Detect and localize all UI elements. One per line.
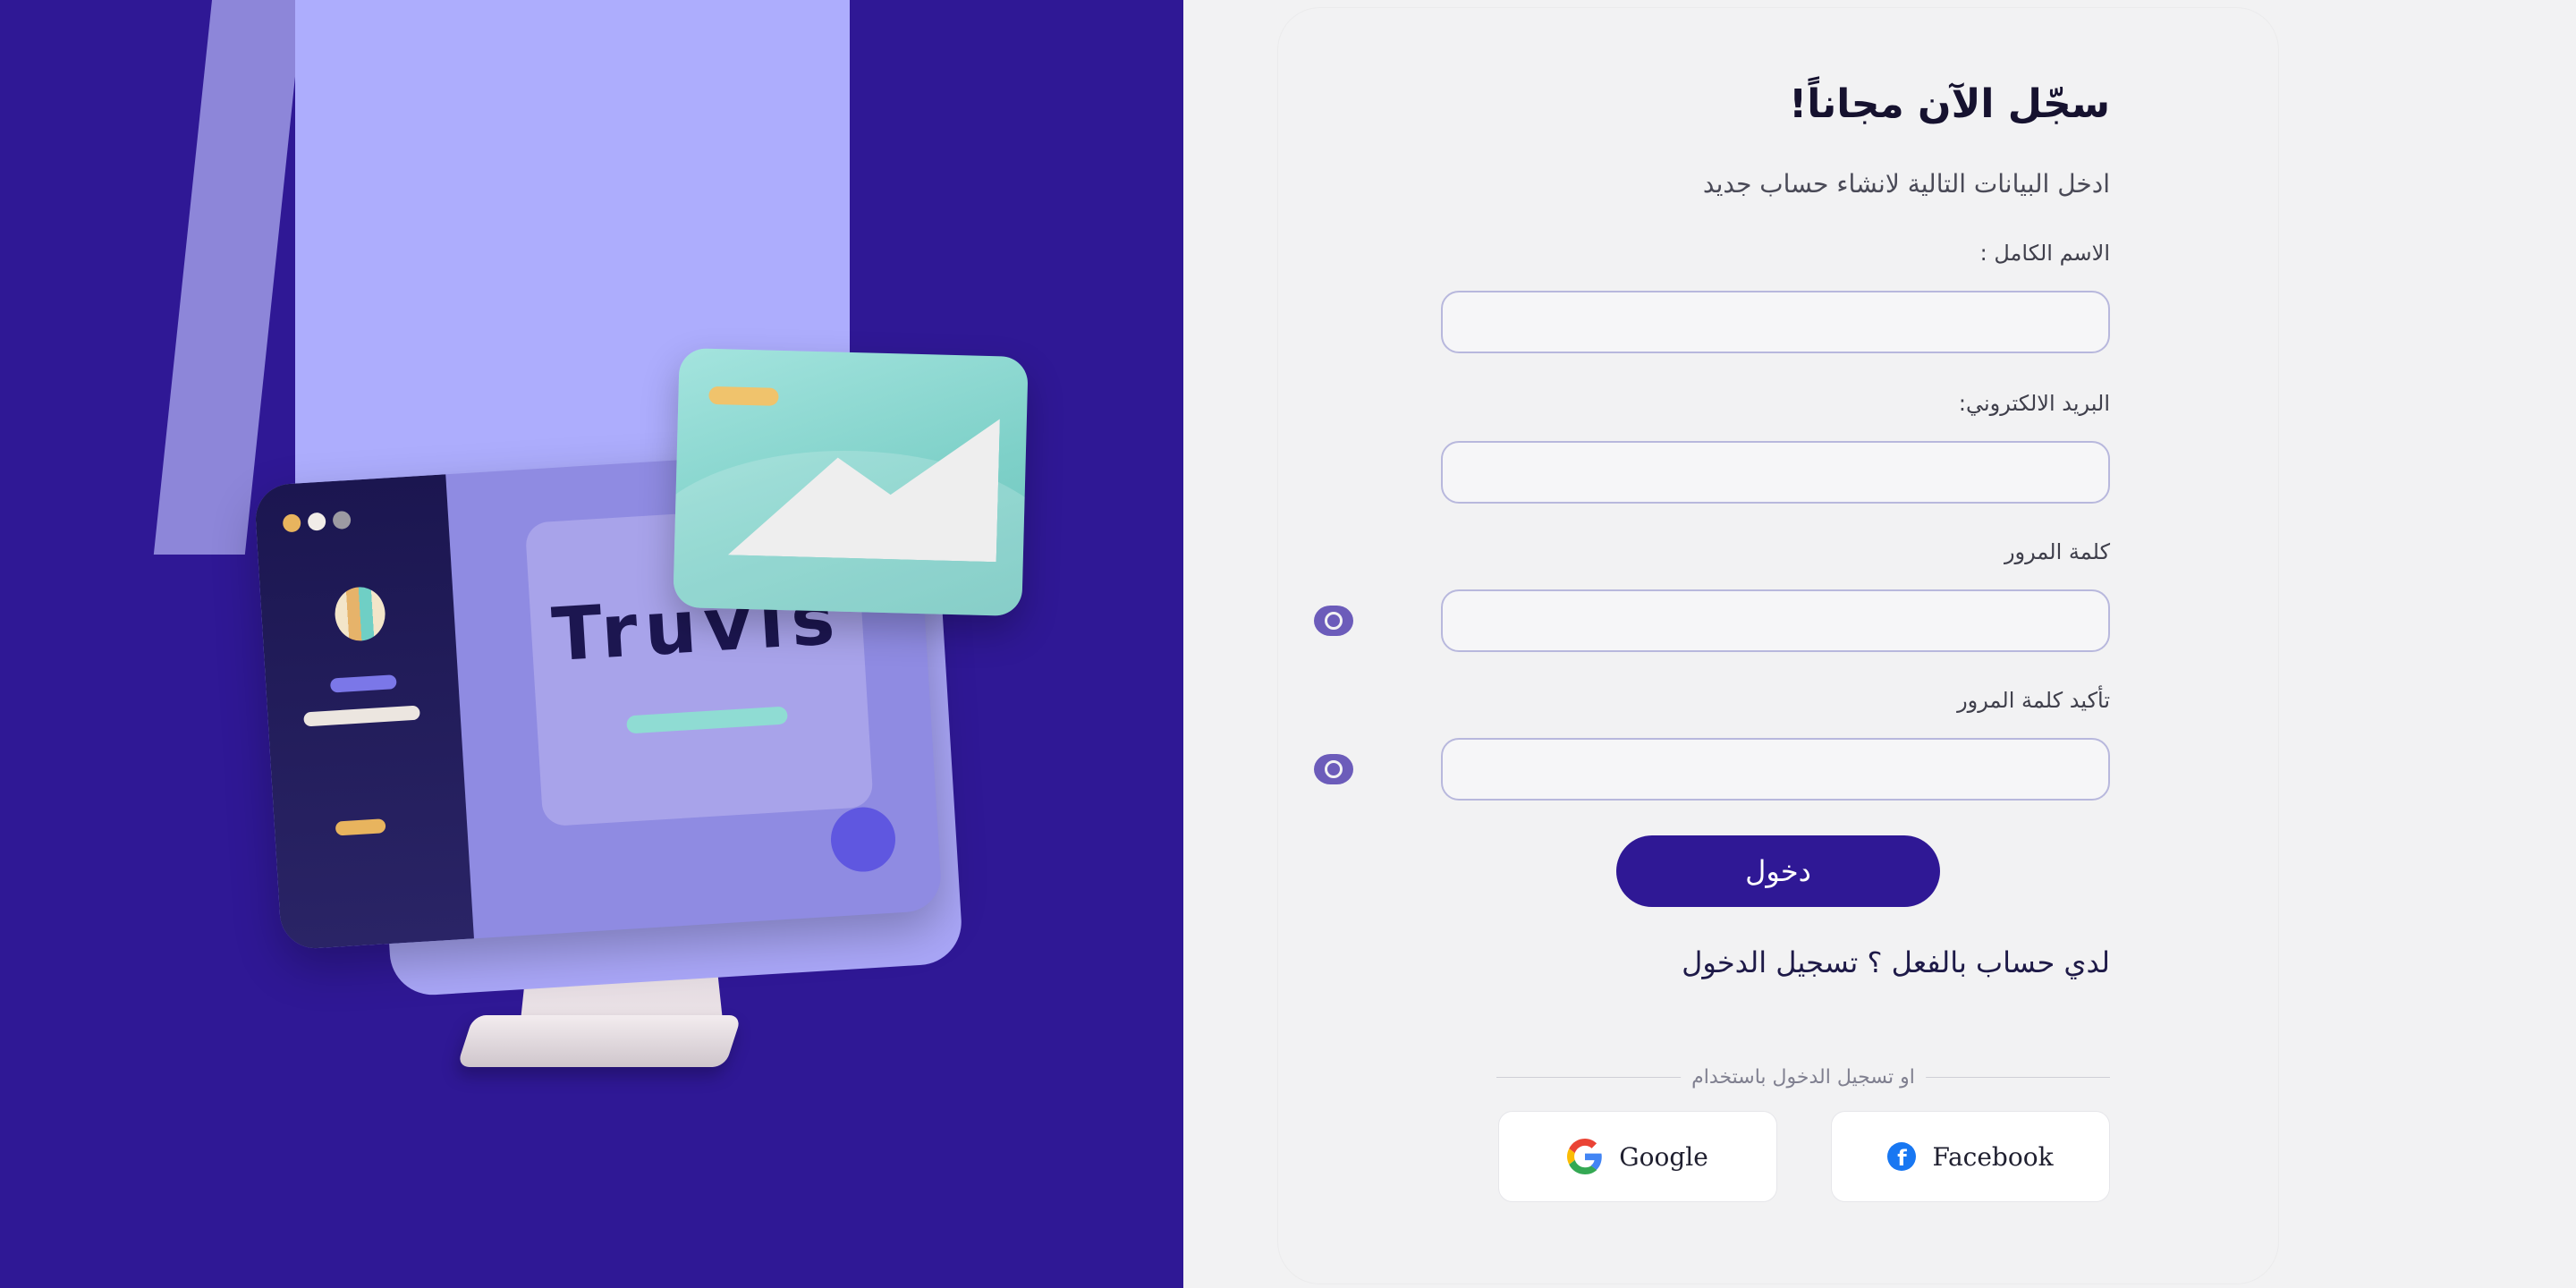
full-name-label: الاسم الكامل : [1979, 241, 2110, 266]
full-name-field[interactable] [1441, 291, 2110, 353]
sidebar-pill [335, 818, 386, 836]
confirm-password-field[interactable] [1441, 738, 2110, 801]
page-title: سجّل الآن مجاناً! [1789, 81, 2110, 127]
eye-icon[interactable] [1314, 606, 1353, 636]
email-label: البريد الالكتروني: [1958, 391, 2110, 416]
hero-panel: Truvis [0, 0, 1183, 1288]
facebook-label: Facebook [1932, 1141, 2054, 1172]
photo-pill [708, 386, 779, 406]
google-icon [1567, 1139, 1603, 1174]
monitor-sidebar [253, 474, 474, 951]
confirm-password-label: تأكيد كلمة المرور [1957, 688, 2110, 713]
google-login-button[interactable]: Google [1498, 1111, 1777, 1202]
password-field[interactable] [1441, 589, 2110, 652]
facebook-icon: f [1887, 1142, 1917, 1171]
facebook-login-button[interactable]: f Facebook [1831, 1111, 2110, 1202]
password-label: كلمة المرور [2004, 539, 2110, 564]
signup-form-panel: سجّل الآن مجاناً! ادخل البيانات التالية … [1277, 7, 2279, 1284]
sidebar-pill [303, 705, 420, 727]
monitor-stand-base [456, 1015, 742, 1067]
image-card-icon [673, 347, 1029, 617]
login-link[interactable]: لدي حساب بالفعل ؟ تسجيل الدخول [1682, 945, 2110, 979]
window-dot-icon [332, 510, 352, 530]
divider-text: او تسجيل الدخول باستخدام [1681, 1066, 1926, 1089]
light-beam-shadow [153, 0, 303, 555]
window-dot-icon [307, 512, 326, 531]
monitor-button-icon [828, 805, 898, 874]
eye-icon[interactable] [1314, 754, 1353, 784]
email-field[interactable] [1441, 441, 2110, 504]
submit-button[interactable]: دخول [1616, 835, 1940, 907]
divider: او تسجيل الدخول باستخدام [1496, 1066, 2110, 1089]
sidebar-pill [329, 674, 397, 693]
window-dot-icon [282, 513, 301, 533]
avatar-icon [333, 585, 387, 643]
google-label: Google [1619, 1141, 1708, 1172]
page-subtitle: ادخل البيانات التالية لانشاء حساب جديد [1702, 169, 2110, 199]
